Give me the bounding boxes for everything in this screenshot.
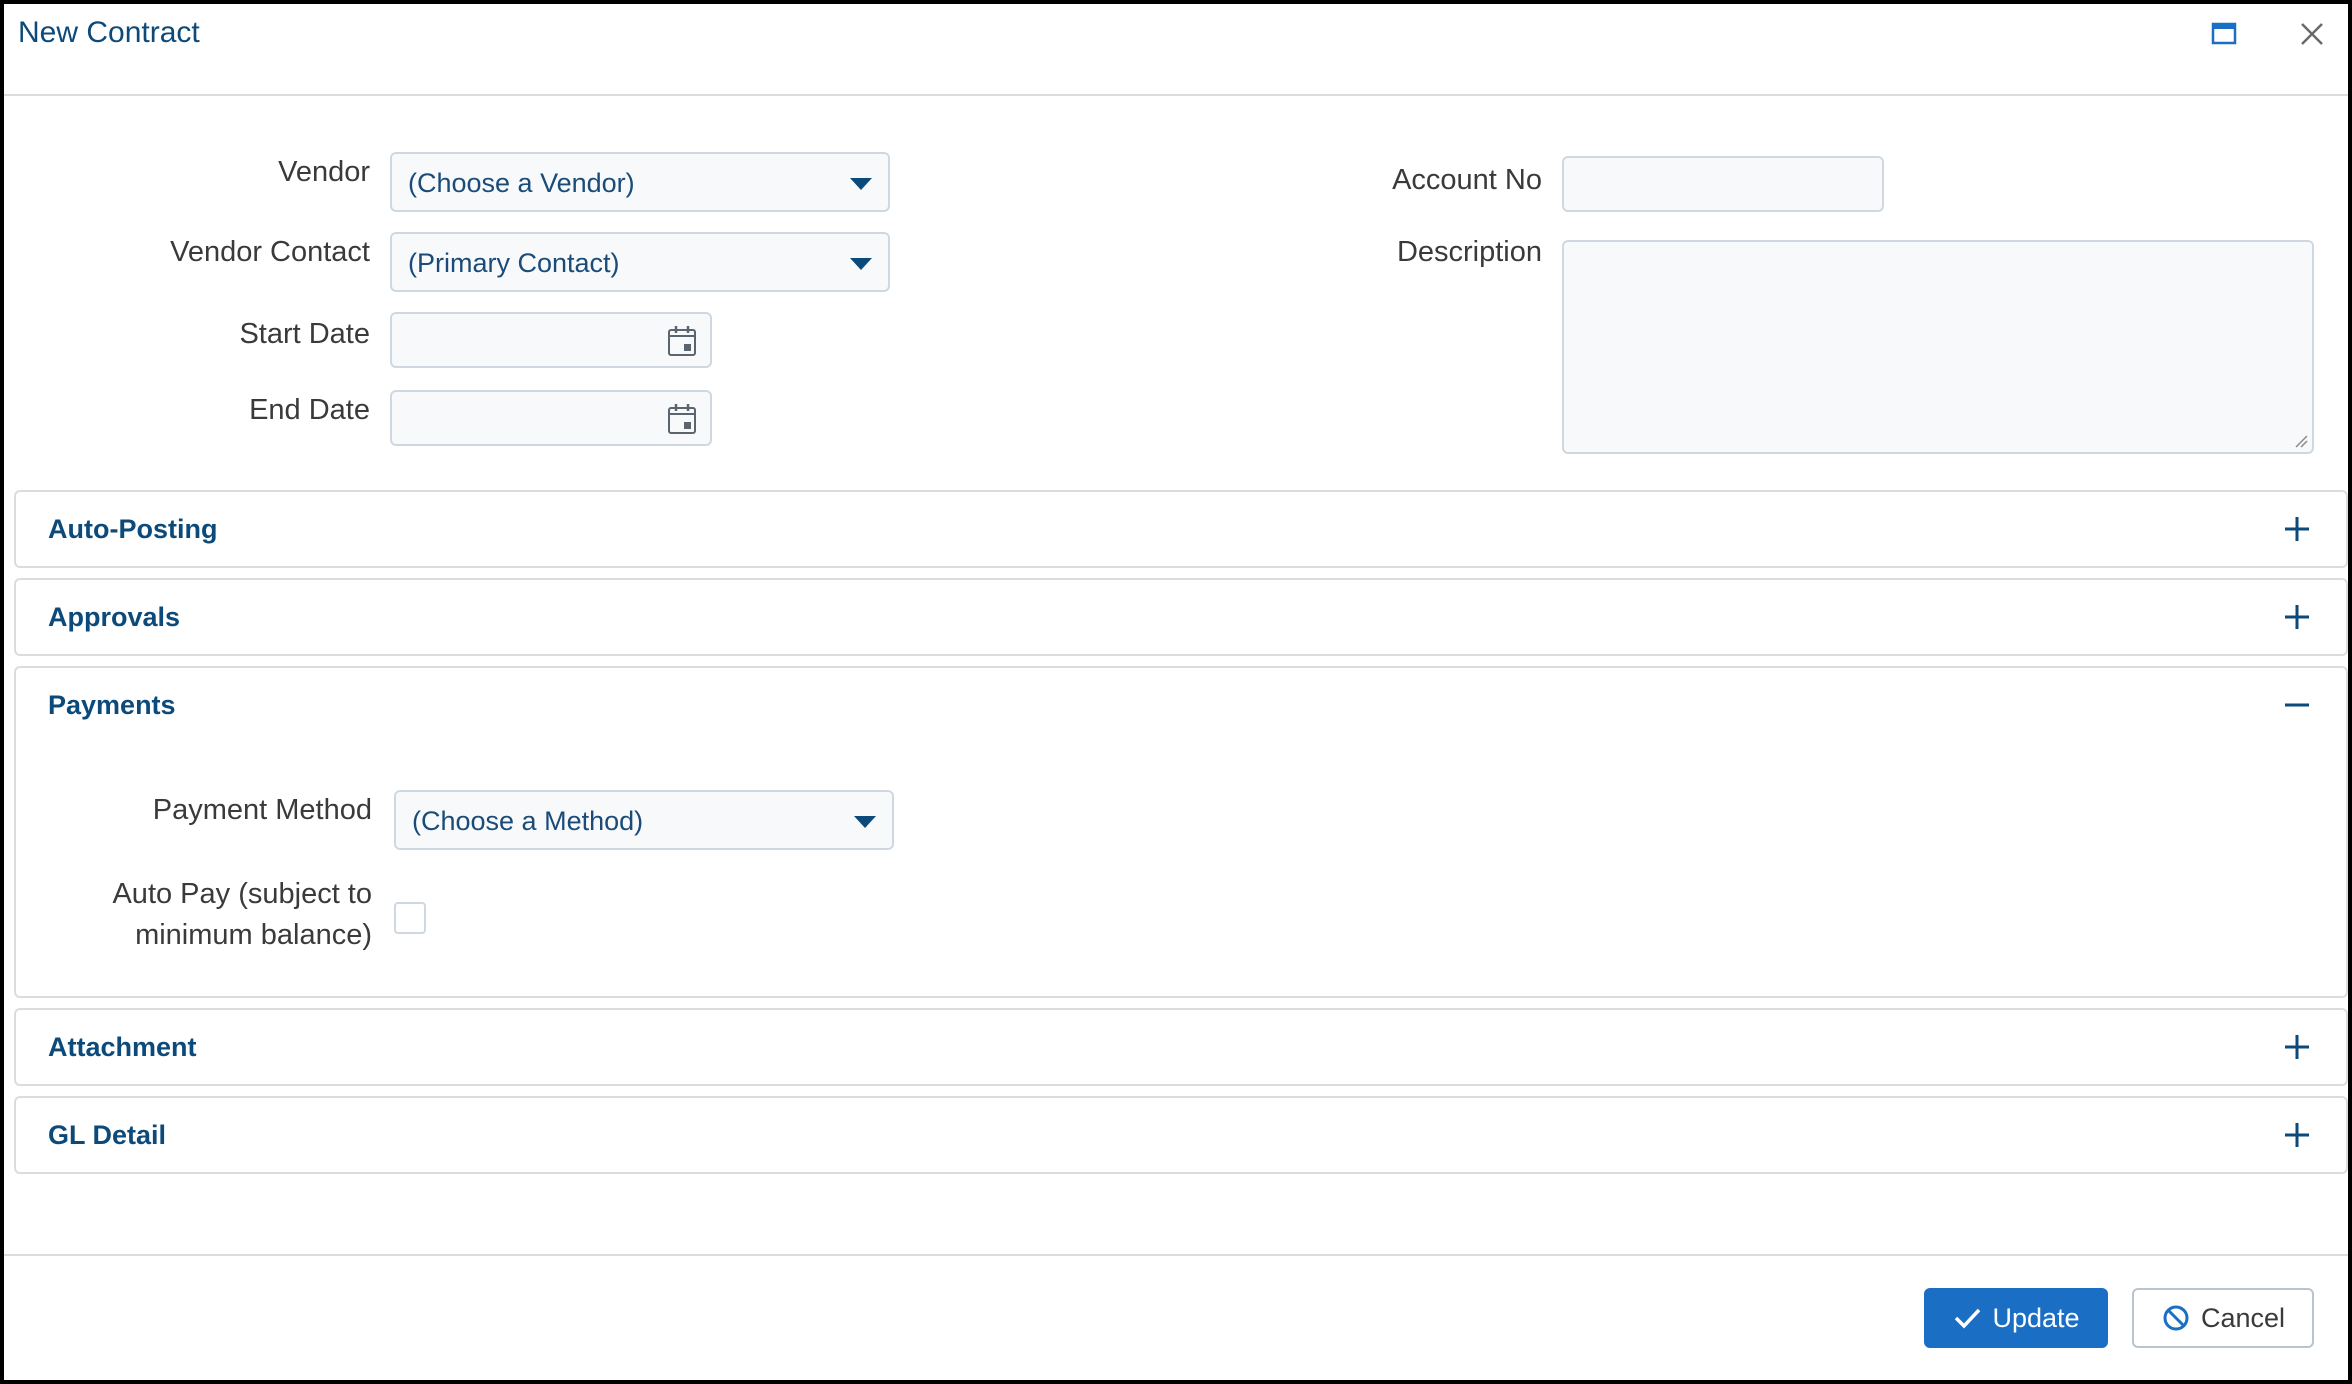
- section-auto-posting[interactable]: Auto-Posting: [14, 490, 2348, 568]
- vendor-contact-select[interactable]: (Primary Contact): [390, 232, 890, 292]
- ban-icon: [2163, 1305, 2189, 1331]
- start-date-label: Start Date: [239, 318, 370, 350]
- start-date-field[interactable]: [390, 312, 712, 368]
- account-no-label: Account No: [1392, 164, 1542, 196]
- auto-pay-checkbox[interactable]: [394, 902, 426, 934]
- auto-pay-label-line1: Auto Pay (subject to: [112, 878, 372, 910]
- resize-handle-icon[interactable]: [2294, 434, 2308, 448]
- section-title[interactable]: Payments: [48, 690, 176, 721]
- section-title: GL Detail: [48, 1120, 167, 1150]
- section-title: Auto-Posting: [48, 514, 218, 544]
- update-button[interactable]: Update: [1924, 1288, 2108, 1348]
- auto-pay-label: Auto Pay (subject to minimum balance): [36, 874, 372, 956]
- account-no-field[interactable]: [1562, 156, 1884, 212]
- chevron-down-icon: [850, 258, 872, 270]
- dialog-title: New Contract: [18, 16, 200, 49]
- chevron-down-icon: [850, 178, 872, 190]
- description-label: Description: [1396, 236, 1542, 268]
- description-textarea[interactable]: [1562, 240, 2314, 454]
- payment-method-select-value: (Choose a Method): [412, 806, 644, 836]
- plus-icon[interactable]: [2282, 1032, 2312, 1062]
- checkmark-icon: [1955, 1308, 1981, 1329]
- plus-icon[interactable]: [2282, 602, 2312, 632]
- end-date-field[interactable]: [390, 390, 712, 446]
- cancel-button[interactable]: Cancel: [2132, 1288, 2314, 1348]
- section-title: Attachment: [48, 1032, 197, 1062]
- section-gl-detail[interactable]: GL Detail: [14, 1096, 2348, 1174]
- vendor-select-value: (Choose a Vendor): [408, 168, 635, 198]
- section-attachment[interactable]: Attachment: [14, 1008, 2348, 1086]
- close-icon[interactable]: [2292, 14, 2332, 54]
- section-payments: Payments Payment Method (Choose a Method…: [14, 666, 2348, 998]
- dialog-titlebar: New Contract: [4, 4, 2348, 96]
- section-approvals[interactable]: Approvals: [14, 578, 2348, 656]
- vendor-contact-select-value: (Primary Contact): [408, 248, 620, 278]
- minus-icon[interactable]: [2282, 690, 2312, 720]
- calendar-icon[interactable]: [666, 324, 698, 358]
- vendor-contact-label: Vendor Contact: [170, 236, 370, 268]
- plus-icon[interactable]: [2282, 1120, 2312, 1150]
- update-button-label: Update: [1992, 1302, 2080, 1333]
- calendar-icon[interactable]: [666, 402, 698, 436]
- plus-icon[interactable]: [2282, 514, 2312, 544]
- payment-method-select[interactable]: (Choose a Method): [394, 790, 894, 850]
- vendor-label: Vendor: [278, 156, 370, 188]
- new-contract-dialog: New Contract Vendor (Choose a Vendor) Ve…: [0, 0, 2352, 1384]
- vendor-select[interactable]: (Choose a Vendor): [390, 152, 890, 212]
- maximize-icon[interactable]: [2204, 14, 2244, 54]
- cancel-button-label: Cancel: [2200, 1302, 2286, 1333]
- chevron-down-icon: [854, 816, 876, 828]
- end-date-label: End Date: [249, 394, 370, 426]
- auto-pay-label-line2: minimum balance): [135, 919, 372, 951]
- section-title: Approvals: [48, 602, 181, 632]
- footer-divider: [4, 1254, 2348, 1256]
- payment-method-label: Payment Method: [152, 794, 372, 826]
